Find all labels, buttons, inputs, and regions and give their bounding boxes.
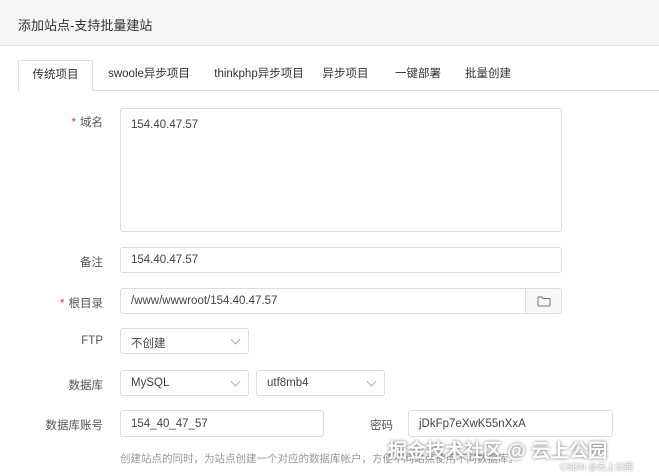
domain-label: * 域名 <box>71 117 103 129</box>
root-dir-input[interactable]: /www/wwwroot/154.40.47.57 <box>120 288 562 314</box>
chevron-down-icon <box>230 376 241 387</box>
chevron-down-icon <box>230 334 241 345</box>
database-type-value: MySQL <box>131 377 170 389</box>
remark-input[interactable]: 154.40.47.57 <box>120 247 562 273</box>
root-dir-label: * 根目录 <box>60 298 103 310</box>
db-account-input[interactable]: 154_40_47_57 <box>120 410 324 437</box>
db-password-label: 密码 <box>370 420 393 432</box>
project-type-tabs: 传统项目 swoole异步项目 thinkphp异步项目 异步项目 一键部署 批… <box>18 60 659 91</box>
tab-traditional[interactable]: 传统项目 <box>18 60 93 91</box>
watermark-subtext: CSDN @云上公园 <box>560 462 634 472</box>
ftp-select[interactable]: 不创建 <box>120 328 249 354</box>
watermark-text: 掘金技术社区 @ 云上公园 <box>388 441 608 462</box>
db-account-value: 154_40_47_57 <box>131 418 208 430</box>
dialog-header: 添加站点-支持批量建站 <box>0 0 659 46</box>
domain-value: 154.40.47.57 <box>131 119 199 131</box>
tab-swoole[interactable]: swoole异步项目 <box>99 60 199 91</box>
browse-folder-button[interactable] <box>525 289 561 313</box>
db-account-label: 数据库账号 <box>45 420 104 432</box>
database-charset-select[interactable]: utf8mb4 <box>256 370 385 396</box>
required-mark: * <box>60 298 65 310</box>
database-type-select[interactable]: MySQL <box>120 370 249 396</box>
required-mark: * <box>71 117 76 129</box>
domain-textarea[interactable]: 154.40.47.57 <box>120 108 562 232</box>
remark-label: 备注 <box>80 257 103 269</box>
database-charset-value: utf8mb4 <box>267 377 309 389</box>
db-password-input[interactable]: jDkFp7eXwK55nXxA <box>408 410 613 437</box>
tab-thinkphp[interactable]: thinkphp异步项目 <box>204 60 314 91</box>
ftp-selected-value: 不创建 <box>131 338 166 350</box>
folder-icon <box>537 296 551 307</box>
tab-batch-create[interactable]: 批量创建 <box>459 60 517 91</box>
remark-value: 154.40.47.57 <box>131 254 199 266</box>
tab-async[interactable]: 异步项目 <box>318 60 373 91</box>
root-dir-value: /www/wwwroot/154.40.47.57 <box>131 295 278 307</box>
ftp-label: FTP <box>81 335 103 347</box>
dialog-title: 添加站点-支持批量建站 <box>18 18 153 33</box>
chevron-down-icon <box>366 376 377 387</box>
tab-one-click-deploy[interactable]: 一键部署 <box>388 60 448 91</box>
database-label: 数据库 <box>68 380 104 392</box>
db-password-value: jDkFp7eXwK55nXxA <box>419 418 526 430</box>
